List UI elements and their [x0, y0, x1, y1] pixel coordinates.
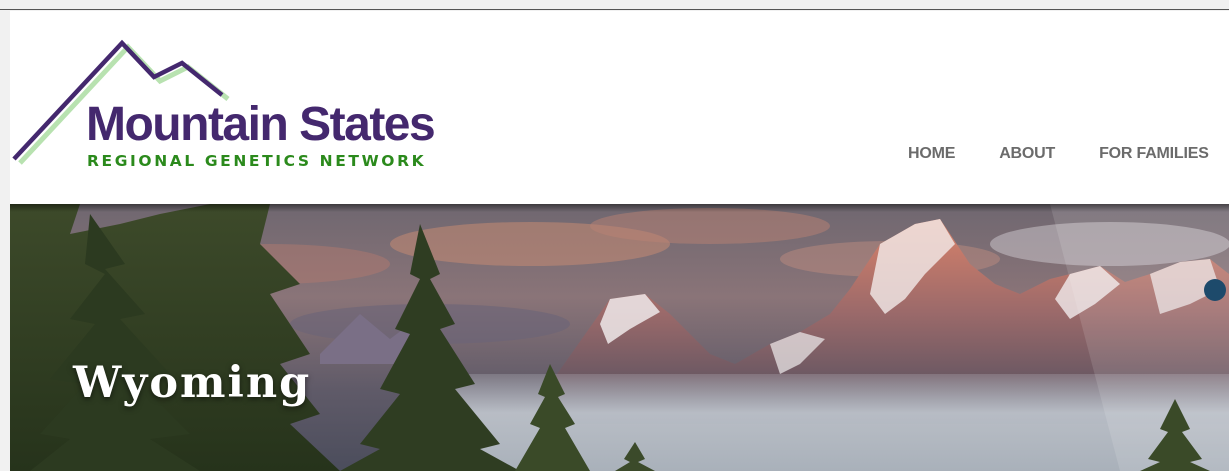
logo-title: Mountain States — [86, 98, 436, 151]
nav-for-families[interactable]: FOR FAMILIES — [1099, 145, 1209, 167]
hero-top-shadow — [10, 204, 1229, 212]
slider-dot[interactable] — [1204, 279, 1226, 301]
logo-subtitle: REGIONAL GENETICS NETWORK — [87, 152, 427, 170]
site-header: Mountain States REGIONAL GENETICS NETWOR… — [10, 11, 1229, 204]
page: Mountain States REGIONAL GENETICS NETWOR… — [10, 11, 1229, 471]
nav-home[interactable]: HOME — [908, 145, 955, 167]
top-border — [0, 0, 1229, 10]
hero-banner: Wyoming — [10, 204, 1229, 471]
nav-about[interactable]: ABOUT — [999, 145, 1055, 167]
left-gutter — [0, 10, 10, 471]
site-logo[interactable]: Mountain States REGIONAL GENETICS NETWOR… — [10, 39, 490, 179]
hero-mountain-image — [10, 204, 1229, 471]
hero-title: Wyoming — [73, 358, 312, 408]
main-nav: HOME ABOUT FOR FAMILIES — [908, 145, 1209, 167]
